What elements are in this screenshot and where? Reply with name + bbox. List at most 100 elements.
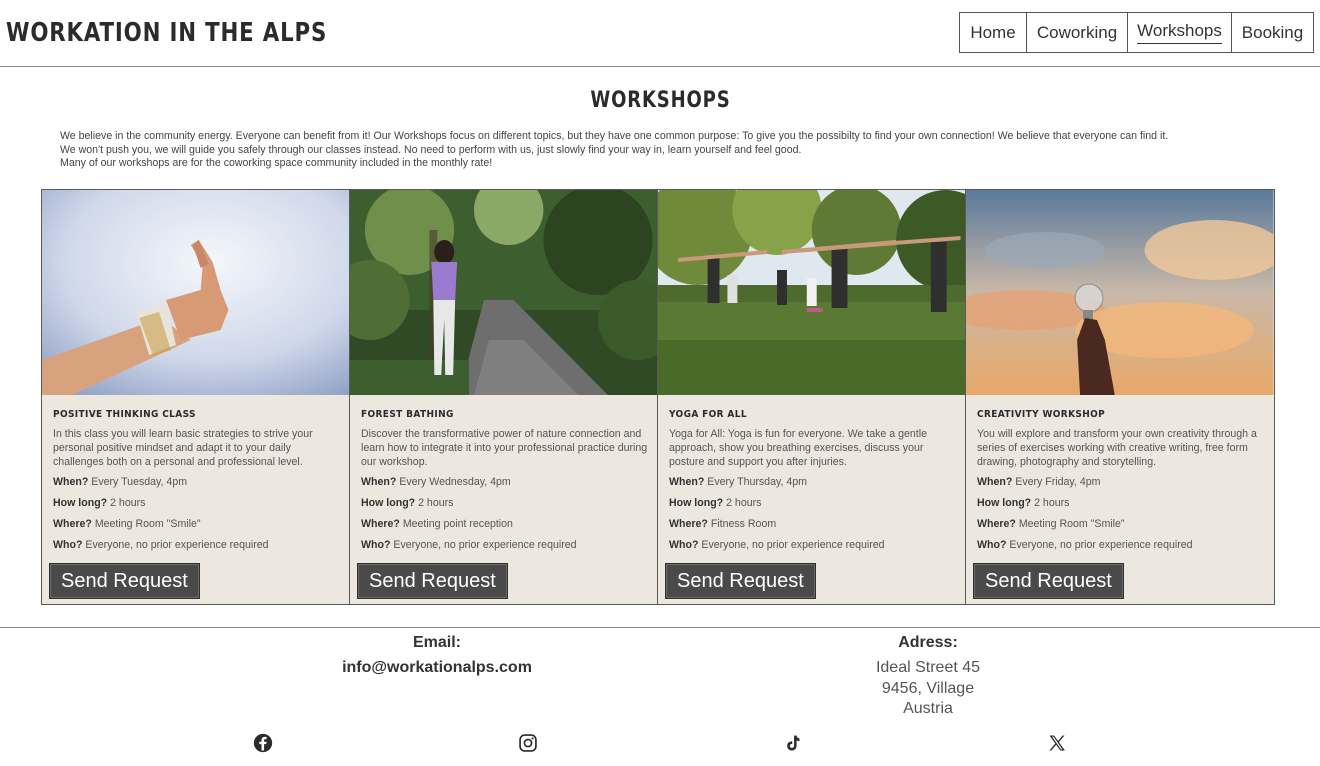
- intro-paragraph-2: We won't push you, we will guide you saf…: [60, 143, 802, 156]
- how-long-label: How long?: [53, 497, 108, 509]
- forest-path-photo: [350, 190, 658, 395]
- site-logo-text[interactable]: WORKATION IN THE ALPS: [6, 18, 327, 48]
- how-long-label: How long?: [361, 497, 416, 509]
- when-value: Every Wednesday, 4pm: [399, 476, 511, 488]
- card-body: YOGA FOR ALL Yoga for All: Yoga is fun f…: [669, 409, 958, 559]
- nav-workshops[interactable]: Workshops: [1126, 12, 1233, 53]
- how-long-label: How long?: [977, 497, 1032, 509]
- email-link[interactable]: info@workationalps.com: [337, 658, 537, 678]
- workshop-who: Who? Everyone, no prior experience requi…: [53, 538, 342, 552]
- card-body: POSITIVE THINKING CLASS In this class yo…: [53, 409, 342, 559]
- card-body: CREATIVITY WORKSHOP You will explore and…: [977, 409, 1266, 559]
- page-title: WORKSHOPS: [0, 88, 1320, 113]
- workshop-where: Where? Fitness Room: [669, 517, 958, 531]
- workshop-when: When? Every Tuesday, 4pm: [53, 475, 342, 489]
- when-value: Every Tuesday, 4pm: [91, 476, 188, 488]
- workshop-title: POSITIVE THINKING CLASS: [53, 409, 196, 420]
- who-value: Everyone, no prior experience required: [393, 539, 577, 551]
- address-label: Adress:: [898, 634, 958, 651]
- workshop-who: Who? Everyone, no prior experience requi…: [361, 538, 650, 552]
- page-title-text: WORKSHOPS: [589, 88, 731, 113]
- send-request-button[interactable]: Send Request: [49, 563, 200, 599]
- workshop-duration: How long? 2 hours: [669, 496, 958, 510]
- workshop-who: Who? Everyone, no prior experience requi…: [977, 538, 1266, 552]
- where-value: Meeting point reception: [402, 518, 513, 530]
- workshop-description: You will explore and transform your own …: [977, 428, 1257, 468]
- footer-address-column: Adress: Ideal Street 45 9456, Village Au…: [828, 633, 1028, 720]
- send-request-button[interactable]: Send Request: [357, 563, 508, 599]
- who-value: Everyone, no prior experience required: [85, 539, 269, 551]
- workshop-who: Who? Everyone, no prior experience requi…: [669, 538, 958, 552]
- how-long-value: 2 hours: [110, 497, 146, 509]
- instagram-icon[interactable]: [517, 732, 539, 754]
- nav-workshops-label: Workshops: [1137, 21, 1222, 44]
- site-footer: Email: info@workationalps.com Adress: Id…: [0, 627, 1320, 766]
- workshop-where: Where? Meeting point reception: [361, 517, 650, 531]
- footer-email-column: Email: info@workationalps.com: [337, 633, 537, 678]
- when-value: Every Friday, 4pm: [1015, 476, 1101, 488]
- who-label: Who?: [669, 539, 699, 551]
- when-label: When?: [53, 476, 89, 488]
- nav-booking-label: Booking: [1241, 22, 1304, 42]
- nav-home-label: Home: [970, 22, 1016, 42]
- who-label: Who?: [361, 539, 391, 551]
- how-long-value: 2 hours: [418, 497, 454, 509]
- where-label: Where?: [977, 518, 1016, 530]
- when-label: When?: [361, 476, 397, 488]
- workshop-cards: POSITIVE THINKING CLASS In this class yo…: [41, 189, 1279, 605]
- who-value: Everyone, no prior experience required: [1009, 539, 1193, 551]
- where-label: Where?: [53, 518, 92, 530]
- send-request-button[interactable]: Send Request: [665, 563, 816, 599]
- intro-paragraph-3: Many of our workshops are for the cowork…: [60, 157, 493, 170]
- workshop-duration: How long? 2 hours: [53, 496, 342, 510]
- workshop-when: When? Every Wednesday, 4pm: [361, 475, 650, 489]
- workshop-card-creativity: CREATIVITY WORKSHOP You will explore and…: [965, 189, 1275, 605]
- workshop-card-forest-bathing: FOREST BATHING Discover the transformati…: [349, 189, 659, 605]
- nav-coworking-label: Coworking: [1036, 22, 1118, 42]
- address-line: 9456, Village: [881, 679, 975, 697]
- how-long-label: How long?: [669, 497, 724, 509]
- who-label: Who?: [977, 539, 1007, 551]
- how-long-value: 2 hours: [1034, 497, 1070, 509]
- workshop-description: Yoga for All: Yoga is fun for everyone. …: [669, 428, 927, 468]
- nav-booking[interactable]: Booking: [1231, 12, 1314, 53]
- nav-home[interactable]: Home: [958, 12, 1028, 53]
- facebook-icon[interactable]: [252, 732, 274, 754]
- workshop-where: Where? Meeting Room "Smile": [977, 517, 1266, 531]
- workshop-description: In this class you will learn basic strat…: [53, 428, 313, 468]
- email-label: Email:: [412, 634, 461, 651]
- workshop-title: FOREST BATHING: [361, 409, 454, 420]
- where-value: Meeting Room "Smile": [94, 518, 201, 530]
- thumbs-up-photo: [42, 190, 350, 395]
- intro-text: We believe in the community energy. Ever…: [60, 130, 1280, 171]
- workshop-description: Discover the transformative power of nat…: [361, 428, 648, 468]
- tiktok-icon[interactable]: [781, 732, 803, 754]
- site-header: WORKATION IN THE ALPS Home Coworking Wor…: [0, 0, 1320, 67]
- card-body: FOREST BATHING Discover the transformati…: [361, 409, 650, 559]
- workshop-when: When? Every Friday, 4pm: [977, 475, 1266, 489]
- lightbulb-sky-photo: [966, 190, 1274, 395]
- who-label: Who?: [53, 539, 83, 551]
- when-label: When?: [977, 476, 1013, 488]
- address-line: Austria: [903, 700, 953, 718]
- who-value: Everyone, no prior experience required: [701, 539, 885, 551]
- address-line: Ideal Street 45: [875, 659, 981, 676]
- where-value: Fitness Room: [710, 518, 777, 530]
- where-label: Where?: [669, 518, 708, 530]
- main-nav: Home Coworking Workshops Booking: [958, 12, 1314, 53]
- when-label: When?: [669, 476, 705, 488]
- workshop-duration: How long? 2 hours: [361, 496, 650, 510]
- workshop-duration: How long? 2 hours: [977, 496, 1266, 510]
- how-long-value: 2 hours: [726, 497, 762, 509]
- intro-paragraph-1: We believe in the community energy. Ever…: [60, 130, 1169, 142]
- workshop-title: CREATIVITY WORKSHOP: [977, 409, 1106, 420]
- nav-coworking[interactable]: Coworking: [1026, 12, 1128, 53]
- send-request-button[interactable]: Send Request: [973, 563, 1124, 599]
- workshop-card-positive-thinking: POSITIVE THINKING CLASS In this class yo…: [41, 189, 351, 605]
- x-icon[interactable]: [1046, 732, 1068, 754]
- workshop-when: When? Every Thursday, 4pm: [669, 475, 958, 489]
- where-value: Meeting Room "Smile": [1018, 518, 1125, 530]
- outdoor-yoga-photo: [658, 190, 966, 395]
- workshop-where: Where? Meeting Room "Smile": [53, 517, 342, 531]
- where-label: Where?: [361, 518, 400, 530]
